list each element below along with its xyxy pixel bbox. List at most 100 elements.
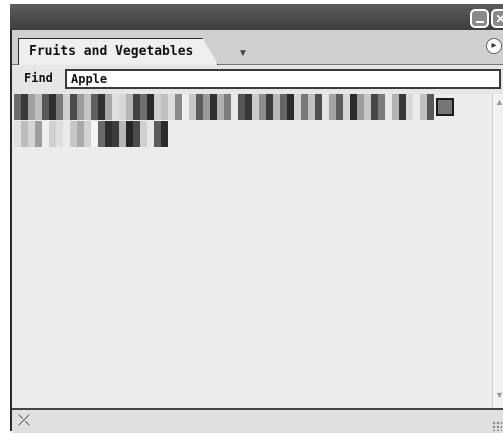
color-swatch[interactable] bbox=[28, 121, 35, 147]
color-swatch[interactable] bbox=[42, 121, 49, 147]
color-swatch[interactable] bbox=[154, 94, 161, 120]
color-swatch[interactable] bbox=[112, 121, 119, 147]
color-swatch[interactable] bbox=[98, 121, 105, 147]
color-swatch[interactable] bbox=[168, 94, 175, 120]
color-swatch[interactable] bbox=[175, 94, 182, 120]
color-swatch[interactable] bbox=[343, 94, 350, 120]
color-swatch[interactable] bbox=[364, 94, 371, 120]
color-swatch[interactable] bbox=[14, 121, 21, 147]
resize-grip-icon[interactable] bbox=[492, 421, 502, 431]
color-swatch[interactable] bbox=[14, 94, 21, 120]
color-swatch[interactable] bbox=[98, 94, 105, 120]
color-swatch[interactable] bbox=[252, 94, 259, 120]
swatch-row bbox=[14, 94, 434, 120]
color-swatch[interactable] bbox=[245, 94, 252, 120]
color-swatch[interactable] bbox=[322, 94, 329, 120]
color-swatch[interactable] bbox=[378, 94, 385, 120]
minimize-icon[interactable] bbox=[470, 9, 489, 28]
color-swatch[interactable] bbox=[91, 94, 98, 120]
color-swatch[interactable] bbox=[385, 94, 392, 120]
color-swatch[interactable] bbox=[308, 94, 315, 120]
find-row: Find bbox=[12, 66, 503, 92]
color-swatch[interactable] bbox=[42, 94, 49, 120]
color-swatch[interactable] bbox=[392, 94, 399, 120]
close-icon[interactable]: ✕ bbox=[491, 9, 503, 28]
color-swatch[interactable] bbox=[196, 94, 203, 120]
color-swatch[interactable] bbox=[35, 94, 42, 120]
tab-strip: Fruits and Vegetables ▼ ▸ bbox=[12, 30, 503, 65]
color-swatch[interactable] bbox=[224, 94, 231, 120]
color-swatch[interactable] bbox=[140, 94, 147, 120]
color-swatch[interactable] bbox=[273, 94, 280, 120]
color-swatch[interactable] bbox=[154, 121, 161, 147]
color-swatch[interactable] bbox=[21, 121, 28, 147]
status-bar: ⤫ bbox=[12, 408, 503, 433]
color-swatch[interactable] bbox=[217, 94, 224, 120]
vertical-scrollbar[interactable]: ▲ ▼ bbox=[492, 94, 503, 408]
color-swatch[interactable] bbox=[63, 94, 70, 120]
color-swatch[interactable] bbox=[413, 94, 420, 120]
color-swatch[interactable] bbox=[105, 94, 112, 120]
color-swatch[interactable] bbox=[266, 94, 273, 120]
scroll-up-icon[interactable]: ▲ bbox=[493, 96, 503, 109]
color-swatch[interactable] bbox=[280, 94, 287, 120]
color-swatch[interactable] bbox=[336, 94, 343, 120]
color-swatch[interactable] bbox=[56, 94, 63, 120]
color-swatch[interactable] bbox=[56, 121, 63, 147]
tab-arrow-icon[interactable]: ▼ bbox=[238, 48, 248, 59]
color-swatch[interactable] bbox=[70, 94, 77, 120]
color-swatch[interactable] bbox=[301, 94, 308, 120]
color-swatch[interactable] bbox=[294, 94, 301, 120]
title-bar[interactable]: ✕ bbox=[10, 4, 503, 30]
color-swatch[interactable] bbox=[203, 94, 210, 120]
color-swatch[interactable] bbox=[161, 94, 168, 120]
color-swatch[interactable] bbox=[420, 94, 427, 120]
color-swatch[interactable] bbox=[126, 121, 133, 147]
color-swatch[interactable] bbox=[84, 121, 91, 147]
color-swatch[interactable] bbox=[147, 94, 154, 120]
color-swatch[interactable] bbox=[210, 94, 217, 120]
color-swatch[interactable] bbox=[77, 121, 84, 147]
color-swatch[interactable] bbox=[112, 94, 119, 120]
color-swatch[interactable] bbox=[350, 94, 357, 120]
color-swatch[interactable] bbox=[105, 121, 112, 147]
scroll-down-icon[interactable]: ▼ bbox=[493, 389, 503, 402]
color-swatch[interactable] bbox=[427, 94, 434, 120]
color-swatch[interactable] bbox=[287, 94, 294, 120]
color-swatch[interactable] bbox=[259, 94, 266, 120]
color-swatch[interactable] bbox=[161, 121, 168, 147]
color-swatch[interactable] bbox=[63, 121, 70, 147]
color-swatch[interactable] bbox=[371, 94, 378, 120]
color-swatch[interactable] bbox=[28, 94, 35, 120]
color-swatch[interactable] bbox=[119, 121, 126, 147]
color-swatch[interactable] bbox=[140, 121, 147, 147]
crossed-swatch-icon[interactable]: ⤫ bbox=[18, 412, 30, 429]
color-swatch[interactable] bbox=[147, 121, 154, 147]
color-swatch[interactable] bbox=[77, 94, 84, 120]
color-swatch[interactable] bbox=[91, 121, 98, 147]
color-swatch[interactable] bbox=[406, 94, 413, 120]
color-swatch[interactable] bbox=[21, 94, 28, 120]
tab-fruits-and-vegetables[interactable]: Fruits and Vegetables bbox=[18, 38, 219, 65]
color-swatch[interactable] bbox=[49, 94, 56, 120]
color-swatch[interactable] bbox=[189, 94, 196, 120]
color-swatch[interactable] bbox=[35, 121, 42, 147]
color-swatch[interactable] bbox=[119, 94, 126, 120]
color-swatch[interactable] bbox=[70, 121, 77, 147]
color-swatch[interactable] bbox=[357, 94, 364, 120]
color-swatch[interactable] bbox=[315, 94, 322, 120]
find-input[interactable] bbox=[65, 69, 501, 89]
selected-swatch[interactable] bbox=[436, 98, 454, 116]
color-swatch[interactable] bbox=[231, 94, 238, 120]
color-swatch[interactable] bbox=[399, 94, 406, 120]
color-swatch[interactable] bbox=[329, 94, 336, 120]
color-swatch[interactable] bbox=[133, 94, 140, 120]
color-swatch[interactable] bbox=[84, 94, 91, 120]
menu-icon[interactable]: ▸ bbox=[486, 38, 502, 54]
color-swatch[interactable] bbox=[49, 121, 56, 147]
color-swatch[interactable] bbox=[133, 121, 140, 147]
swatch-row bbox=[14, 121, 168, 147]
color-swatch[interactable] bbox=[238, 94, 245, 120]
color-swatch[interactable] bbox=[126, 94, 133, 120]
color-swatch[interactable] bbox=[182, 94, 189, 120]
